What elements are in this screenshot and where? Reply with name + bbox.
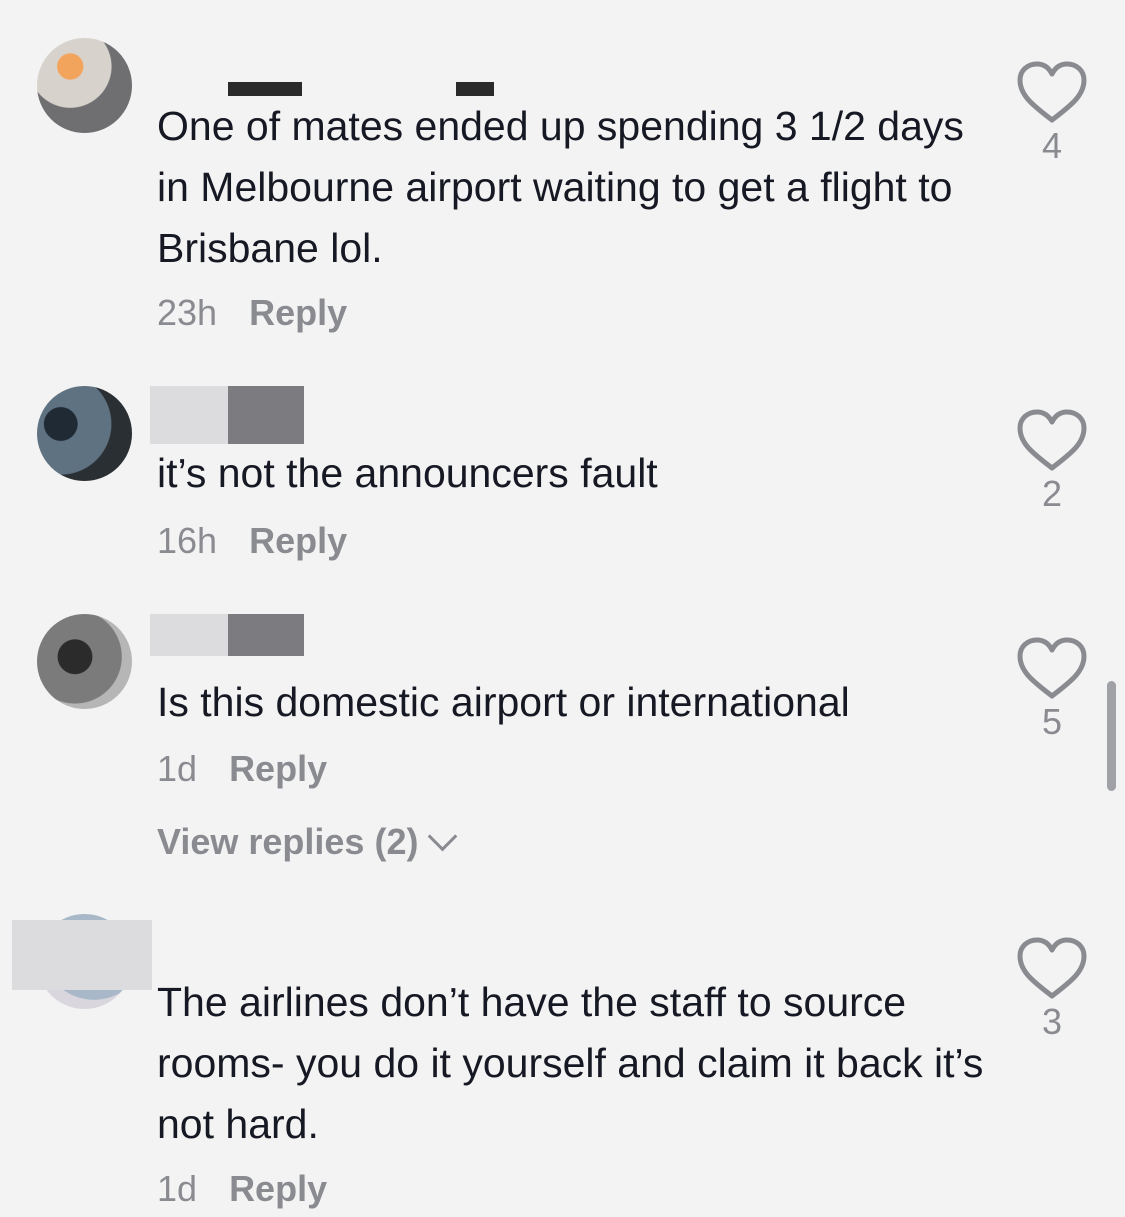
comment-text: One of mates ended up spending 3 1/2 day… (157, 103, 964, 271)
comment-meta: 16h Reply (157, 521, 347, 561)
redacted-username (12, 920, 152, 990)
like-button[interactable]: 2 (1012, 406, 1092, 514)
redacted-username (150, 386, 228, 444)
comment-text: Is this domestic airport or internationa… (157, 679, 850, 725)
comment-time: 16h (157, 520, 218, 561)
heart-outline-icon (1017, 937, 1087, 999)
scrollbar-thumb[interactable] (1107, 681, 1116, 791)
reply-button[interactable]: Reply (229, 748, 327, 789)
comment-time: 1d (157, 1168, 198, 1209)
like-count: 2 (1041, 473, 1063, 514)
like-count: 4 (1041, 125, 1063, 166)
heart-outline-icon (1017, 61, 1087, 123)
avatar[interactable] (37, 386, 132, 481)
comment-meta: 1d Reply (157, 749, 327, 789)
comment-text: The airlines don’t have the staff to sou… (157, 979, 984, 1147)
avatar[interactable] (37, 38, 132, 133)
like-count: 5 (1041, 701, 1063, 742)
view-replies-button[interactable]: View replies (2) (157, 821, 458, 862)
reply-button[interactable]: Reply (249, 520, 347, 561)
redacted-username (228, 614, 304, 656)
comment-meta: 1d Reply (157, 1169, 327, 1209)
comment-meta: 23h Reply (157, 293, 347, 333)
comment-text: it’s not the announcers fault (157, 450, 658, 496)
reply-button[interactable]: Reply (229, 1168, 327, 1209)
avatar[interactable] (37, 614, 132, 709)
heart-outline-icon (1017, 637, 1087, 699)
reply-button[interactable]: Reply (249, 292, 347, 333)
heart-outline-icon (1017, 409, 1087, 471)
redacted-username (150, 614, 228, 656)
like-button[interactable]: 3 (1012, 934, 1092, 1042)
comment-time: 23h (157, 292, 218, 333)
like-count: 3 (1041, 1001, 1063, 1042)
redacted-username (456, 82, 494, 96)
chevron-down-icon (428, 821, 458, 852)
comment-time: 1d (157, 748, 198, 789)
redacted-username (228, 386, 304, 444)
redacted-username (228, 82, 302, 96)
view-replies-label: View replies (2) (157, 821, 419, 862)
like-button[interactable]: 4 (1012, 58, 1092, 166)
like-button[interactable]: 5 (1012, 634, 1092, 742)
